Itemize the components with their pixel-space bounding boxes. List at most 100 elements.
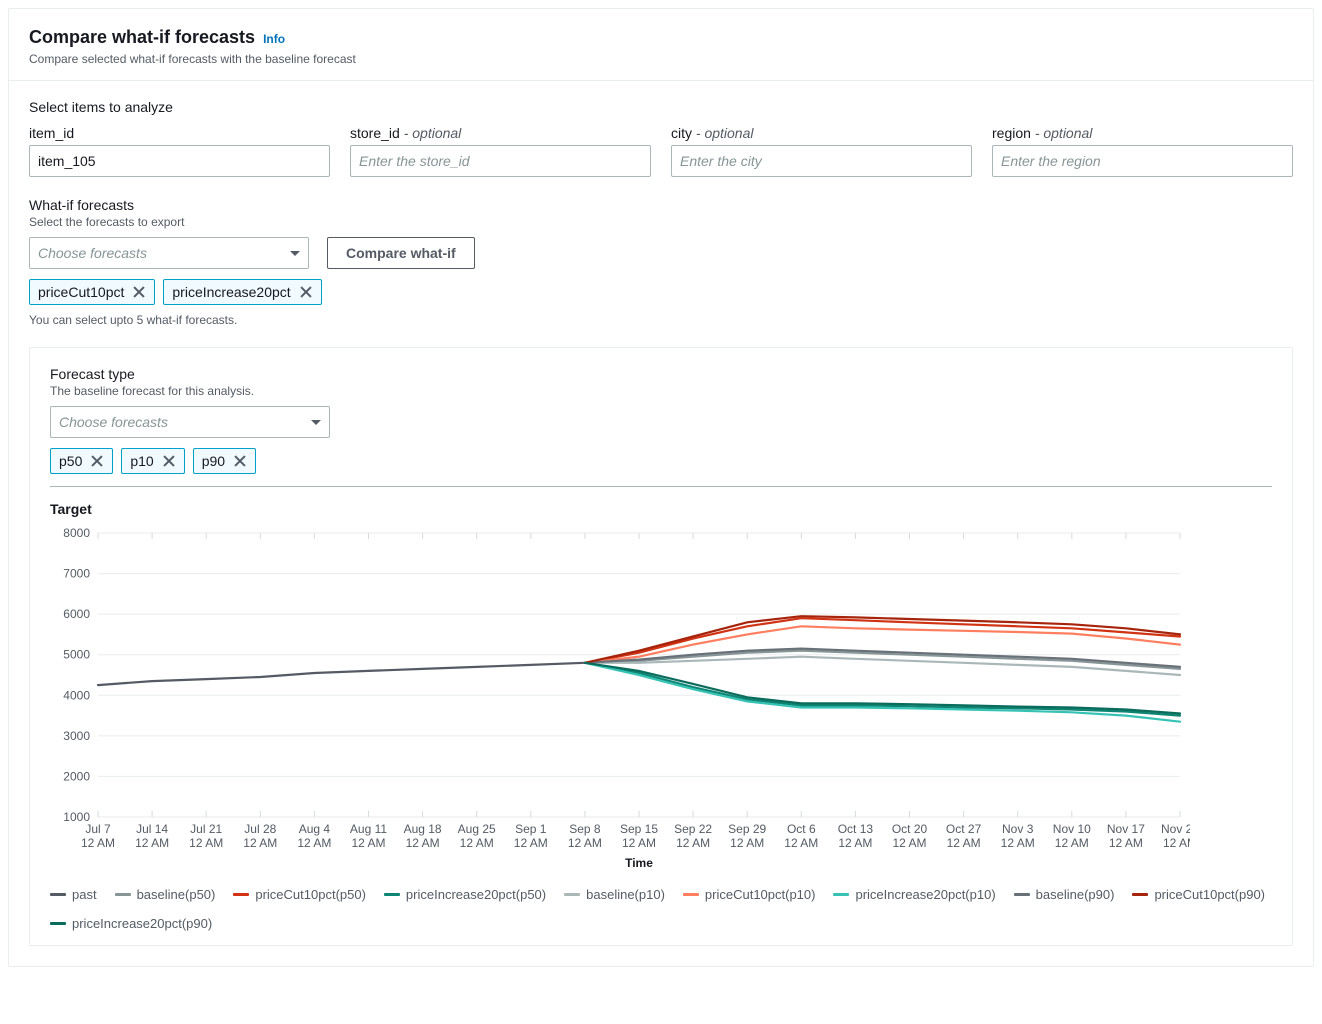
svg-text:12 AM: 12 AM [406,836,440,850]
svg-text:2000: 2000 [63,769,90,783]
svg-text:Aug 11: Aug 11 [350,822,387,836]
token-p50: p50 [50,448,113,474]
svg-text:12 AM: 12 AM [1163,836,1190,850]
forecast-type-tokens: p50 p10 p90 [50,448,1272,474]
svg-text:Jul 21: Jul 21 [190,822,222,836]
token-label: priceCut10pct [38,284,124,300]
label-city: city - optional [671,125,972,141]
svg-text:Sep 29: Sep 29 [728,822,766,836]
legend-label: baseline(p10) [586,887,665,902]
token-priceincrease20pct: priceIncrease20pct [163,279,321,305]
legend-swatch [833,893,849,896]
label-item-id: item_id [29,125,330,141]
panel-subtitle: Compare selected what-if forecasts with … [29,52,1293,66]
svg-text:12 AM: 12 AM [568,836,602,850]
legend-swatch [233,893,249,896]
legend-label: priceCut10pct(p90) [1154,887,1265,902]
svg-text:12 AM: 12 AM [460,836,494,850]
forecast-type-hint: The baseline forecast for this analysis. [50,384,1272,398]
svg-text:12 AM: 12 AM [1001,836,1035,850]
legend-item[interactable]: priceCut10pct(p50) [233,887,366,902]
input-store-id[interactable] [350,145,651,177]
svg-text:Nov 3: Nov 3 [1002,822,1034,836]
legend-label: priceCut10pct(p10) [705,887,816,902]
info-link[interactable]: Info [263,32,285,46]
token-label: priceIncrease20pct [172,284,290,300]
svg-text:Aug 18: Aug 18 [404,822,442,836]
chart-title: Target [50,501,1272,517]
legend-item[interactable]: baseline(p10) [564,887,665,902]
panel-body: Select items to analyze item_id store_id… [9,81,1313,966]
legend-swatch [1132,893,1148,896]
chevron-down-icon [311,420,321,425]
svg-text:6000: 6000 [63,607,90,621]
legend-item[interactable]: priceIncrease20pct(p50) [384,887,546,902]
field-store-id: store_id - optional [350,125,651,177]
forecast-type-select[interactable]: Choose forecasts [50,406,330,438]
compare-whatif-button[interactable]: Compare what-if [327,237,475,269]
close-icon[interactable] [132,285,146,299]
token-label: p50 [59,453,82,469]
field-item-id: item_id [29,125,330,177]
whatif-controls: Choose forecasts Compare what-if [29,237,1293,269]
svg-text:12 AM: 12 AM [1109,836,1143,850]
compare-whatif-panel: Compare what-if forecasts Info Compare s… [8,8,1314,967]
input-item-id[interactable] [29,145,330,177]
token-label: p90 [202,453,225,469]
legend-item[interactable]: priceIncrease20pct(p10) [833,887,995,902]
svg-text:Sep 22: Sep 22 [674,822,712,836]
legend-item[interactable]: priceCut10pct(p10) [683,887,816,902]
whatif-select-placeholder: Choose forecasts [38,245,147,261]
close-icon[interactable] [162,454,176,468]
page-title: Compare what-if forecasts [29,27,255,48]
chevron-down-icon [290,251,300,256]
forecast-type-placeholder: Choose forecasts [59,414,168,430]
token-p10: p10 [121,448,184,474]
svg-text:Nov 17: Nov 17 [1107,822,1145,836]
legend-item[interactable]: priceCut10pct(p90) [1132,887,1265,902]
svg-text:12 AM: 12 AM [947,836,981,850]
whatif-select[interactable]: Choose forecasts [29,237,309,269]
svg-text:Sep 8: Sep 8 [569,822,601,836]
svg-text:Oct 27: Oct 27 [946,822,982,836]
close-icon[interactable] [90,454,104,468]
svg-text:12 AM: 12 AM [189,836,223,850]
label-region: region - optional [992,125,1293,141]
legend-item[interactable]: baseline(p90) [1014,887,1115,902]
whatif-tokens: priceCut10pct priceIncrease20pct [29,279,1293,305]
legend-label: baseline(p90) [1036,887,1115,902]
svg-text:Jul 7: Jul 7 [85,822,111,836]
legend-item[interactable]: baseline(p50) [115,887,216,902]
chart-legend: past baseline(p50) priceCut10pct(p50) price… [50,887,1272,931]
whatif-title: What-if forecasts [29,197,1293,213]
field-city: city - optional [671,125,972,177]
legend-item[interactable]: priceIncrease20pct(p90) [50,916,212,931]
legend-label: priceIncrease20pct(p50) [406,887,546,902]
svg-text:3000: 3000 [63,729,90,743]
svg-text:8000: 8000 [63,526,90,540]
svg-text:12 AM: 12 AM [135,836,169,850]
legend-label: priceIncrease20pct(p90) [72,916,212,931]
field-region: region - optional [992,125,1293,177]
legend-label: priceCut10pct(p50) [255,887,366,902]
svg-text:Time: Time [625,856,653,870]
label-store-id: store_id - optional [350,125,651,141]
svg-text:Oct 6: Oct 6 [787,822,816,836]
token-pricecut10pct: priceCut10pct [29,279,155,305]
svg-text:Aug 25: Aug 25 [458,822,496,836]
input-region[interactable] [992,145,1293,177]
svg-text:Jul 14: Jul 14 [136,822,168,836]
svg-text:12 AM: 12 AM [676,836,710,850]
input-city[interactable] [671,145,972,177]
token-p90: p90 [193,448,256,474]
svg-text:12 AM: 12 AM [297,836,331,850]
svg-text:7000: 7000 [63,567,90,581]
legend-swatch [50,922,66,925]
panel-title-row: Compare what-if forecasts Info [29,27,1293,48]
close-icon[interactable] [299,285,313,299]
whatif-hint: Select the forecasts to export [29,215,1293,229]
legend-item[interactable]: past [50,887,97,902]
forecast-chart: 10002000300040005000600070008000Jul 712 … [50,523,1190,873]
close-icon[interactable] [233,454,247,468]
legend-label: baseline(p50) [137,887,216,902]
